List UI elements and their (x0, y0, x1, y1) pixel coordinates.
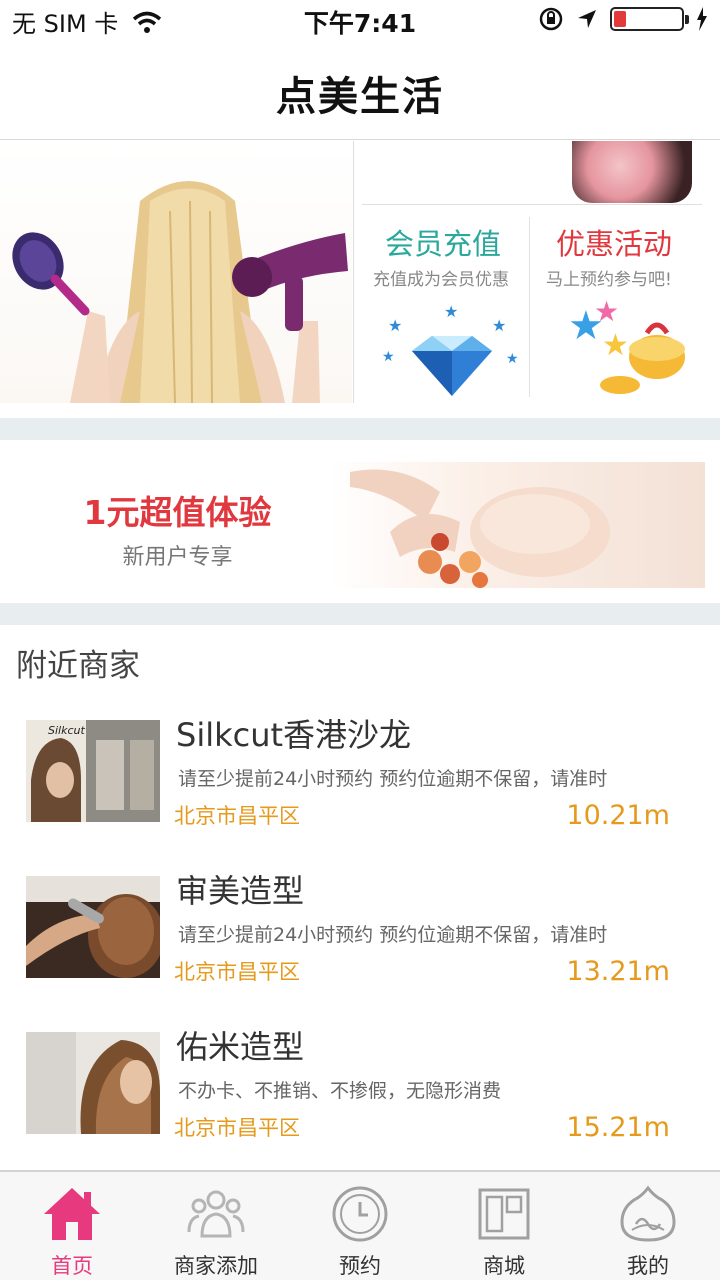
facial-massage-image (330, 462, 705, 588)
shop-thumbnail (26, 876, 160, 978)
discount-activity-subtitle: 马上预约参与吧! (546, 270, 672, 290)
trial-offer-subtitle: 新用户专享 (122, 545, 233, 570)
svg-text:★: ★ (492, 316, 506, 335)
banner-divider (353, 141, 354, 403)
shop-distance: 13.21m (566, 956, 670, 987)
shop-distance: 10.21m (566, 800, 670, 831)
member-recharge-title: 会员充值 (385, 227, 502, 261)
store-icon (478, 1188, 530, 1240)
shop-description: 请至少提前24小时预约 预约位逾期不保留，请准时 (178, 768, 608, 790)
shop-name: 审美造型 (176, 872, 305, 910)
tab-label: 预约 (339, 1254, 381, 1278)
tab-label: 商城 (483, 1254, 525, 1278)
page-title: 点美生活 (276, 74, 444, 120)
tab-home[interactable]: 首页 (0, 1172, 144, 1280)
svg-text:★: ★ (382, 349, 395, 365)
shop-name: Silkcut香港沙龙 (176, 716, 412, 754)
gift-box-icon: ★ ★ ★ (568, 299, 685, 394)
charging-bolt-icon (697, 7, 707, 31)
tab-bar: 首页 商家添加 预约 商城 我的 (0, 1170, 720, 1280)
svg-text:★: ★ (388, 316, 402, 335)
shop-address: 北京市昌平区 (174, 960, 300, 984)
top-banner: 会员充值 充值成为会员优惠 ★ ★ ★ ★ ★ 优惠活动 马上预约参与吧! ★ … (0, 141, 720, 403)
tab-label: 我的 (627, 1254, 669, 1278)
shop-address: 北京市昌平区 (174, 1116, 300, 1140)
shop-list-item[interactable]: 审美造型 请至少提前24小时预约 预约位逾期不保留，请准时 北京市昌平区 13.… (0, 866, 720, 1006)
shop-logo-text: Silkcut (48, 724, 85, 737)
diamond-icon: ★ ★ ★ ★ ★ (382, 302, 519, 396)
discount-activity-title: 优惠活动 (556, 227, 673, 261)
tab-label: 商家添加 (174, 1254, 258, 1278)
shop-description: 不办卡、不推销、不掺假，无隐形消费 (178, 1080, 502, 1102)
shop-thumbnail (26, 1032, 160, 1134)
member-recharge-subtitle: 充值成为会员优惠 (373, 270, 509, 290)
shop-name: 佑米造型 (176, 1028, 305, 1066)
rose-image (572, 141, 692, 203)
rotation-lock-icon (539, 7, 563, 31)
shop-distance: 15.21m (566, 1112, 670, 1143)
shop-list-item[interactable]: Silkcut Silkcut香港沙龙 请至少提前24小时预约 预约位逾期不保留… (0, 710, 720, 850)
section-spacer (0, 603, 720, 625)
svg-text:★: ★ (444, 302, 458, 321)
profile-icon (620, 1185, 676, 1242)
tab-mall[interactable]: 商城 (432, 1172, 576, 1280)
tab-mine[interactable]: 我的 (576, 1172, 720, 1280)
location-arrow-icon (578, 10, 596, 28)
status-bar: 无 SIM 卡 下午7:41 (0, 0, 720, 40)
shop-description: 请至少提前24小时预约 预约位逾期不保留，请准时 (178, 924, 608, 946)
promo-divider (529, 217, 530, 397)
svg-text:★: ★ (506, 351, 519, 367)
clock-icon (332, 1186, 388, 1242)
tab-merchant-add[interactable]: 商家添加 (144, 1172, 288, 1280)
home-icon (44, 1188, 100, 1240)
trial-offer-banner[interactable]: 1元超值体验 新用户专享 (0, 442, 720, 602)
shop-thumbnail: Silkcut (26, 720, 160, 822)
group-icon (187, 1190, 245, 1238)
shop-address: 北京市昌平区 (174, 804, 300, 828)
shop-list-item[interactable]: 佑米造型 不办卡、不推销、不掺假，无隐形消费 北京市昌平区 15.21m (0, 1022, 720, 1162)
hair-care-banner-image[interactable] (0, 141, 352, 403)
banner-divider-horizontal (362, 204, 702, 205)
section-spacer (0, 418, 720, 440)
svg-text:★: ★ (594, 299, 619, 328)
tab-appointment[interactable]: 预约 (288, 1172, 432, 1280)
tab-label: 首页 (51, 1254, 93, 1278)
svg-text:★: ★ (602, 328, 629, 363)
trial-offer-title: 1元超值体验 (83, 493, 272, 532)
status-right (538, 6, 708, 32)
navigation-bar: 点美生活 (0, 40, 720, 140)
nearby-merchants-heading: 附近商家 (16, 648, 140, 684)
battery-icon (610, 7, 689, 31)
